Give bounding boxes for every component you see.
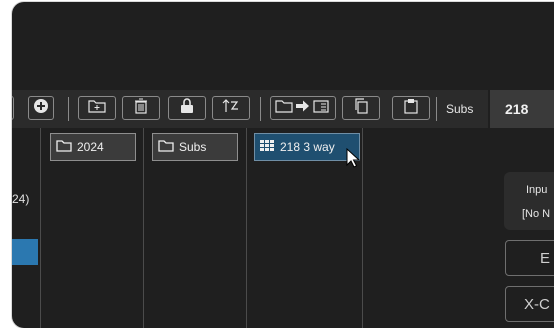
move-to-folder-button[interactable] bbox=[270, 96, 336, 120]
folder-item-subs[interactable]: Subs bbox=[152, 133, 238, 161]
folder-item-2024[interactable]: 2024 bbox=[50, 133, 136, 161]
column-divider bbox=[143, 128, 144, 328]
right-panel-button-e[interactable]: E bbox=[505, 240, 554, 276]
selected-item-indicator[interactable] bbox=[12, 239, 38, 265]
new-folder-icon bbox=[88, 99, 106, 118]
column-divider bbox=[40, 128, 41, 328]
copy-icon bbox=[354, 97, 368, 119]
add-circle-icon bbox=[33, 98, 49, 119]
toolbar-separator bbox=[260, 97, 261, 121]
toolbar: Subs bbox=[12, 90, 488, 128]
new-folder-button[interactable] bbox=[78, 96, 116, 120]
project-label: 218 3 way bbox=[280, 140, 335, 154]
input-card-line1: Inpu bbox=[526, 184, 548, 196]
right-panel-title: 218 bbox=[505, 101, 529, 117]
folder-icon bbox=[56, 139, 72, 155]
project-item-218-3-way[interactable]: 218 3 way bbox=[254, 133, 360, 161]
app-window: Subs 218 24) 2024 Subs 218 3 way Inpu [N… bbox=[12, 2, 554, 328]
clipboard-button[interactable] bbox=[392, 96, 430, 120]
folder-label: 2024 bbox=[77, 140, 104, 154]
subs-label: Subs bbox=[446, 102, 474, 116]
sort-button[interactable] bbox=[212, 96, 250, 120]
button-label: X-C bbox=[524, 296, 550, 313]
toolbar-separator bbox=[436, 97, 437, 121]
add-button[interactable] bbox=[28, 96, 54, 120]
column-divider bbox=[246, 128, 247, 328]
sort-icon bbox=[222, 98, 240, 118]
move-to-folder-icon bbox=[274, 99, 332, 118]
mouse-pointer-icon bbox=[346, 147, 361, 173]
copy-button[interactable] bbox=[342, 96, 380, 120]
lock-button[interactable] bbox=[168, 96, 206, 120]
right-panel-button-xc[interactable]: X-C bbox=[505, 286, 554, 322]
trash-icon bbox=[134, 98, 148, 119]
column-divider bbox=[362, 128, 363, 328]
input-card[interactable]: Inpu [No N bbox=[504, 172, 554, 230]
folder-icon bbox=[158, 139, 174, 155]
toolbar-button-partial[interactable] bbox=[12, 96, 14, 120]
toolbar-separator bbox=[68, 97, 69, 121]
input-card-line2: [No N bbox=[522, 208, 551, 220]
grid-icon bbox=[260, 139, 275, 155]
lock-icon bbox=[180, 97, 194, 119]
delete-button[interactable] bbox=[122, 96, 160, 120]
folder-label: Subs bbox=[179, 140, 207, 154]
right-panel-header: 218 bbox=[490, 90, 554, 128]
button-label: E bbox=[540, 250, 551, 267]
left-partial-text: 24) bbox=[12, 192, 30, 206]
clipboard-icon bbox=[404, 98, 418, 119]
